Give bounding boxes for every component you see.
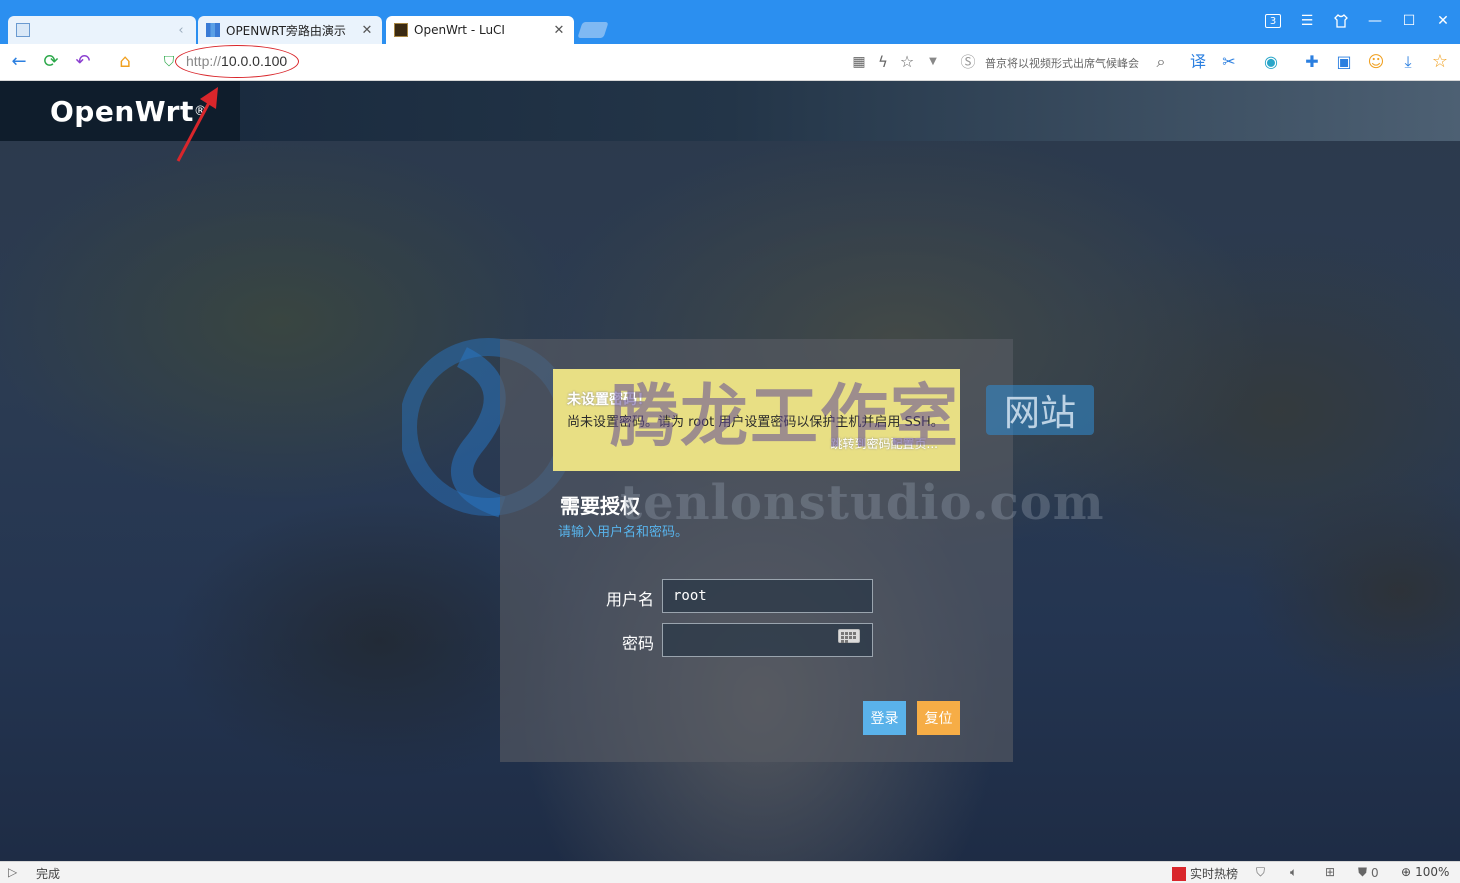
hot-list-label: 实时热榜 [1190,867,1239,881]
annotation-arrow [176,87,218,162]
tab-openwrt-luci[interactable]: OpenWrt - LuCI ✕ [386,16,574,44]
username-label: 用户名 [605,590,654,609]
qr-code-icon[interactable]: ▦ [848,50,870,74]
close-window-icon[interactable]: ✕ [1432,10,1454,32]
lock-icon[interactable]: ⊞ [1325,865,1335,879]
annotation-circle [175,45,299,78]
refresh-icon[interactable]: ⟳ [40,50,62,74]
skin-shirt-icon[interactable] [1330,10,1352,32]
adblock[interactable]: ⛊ 0 [1358,865,1379,880]
login-panel: 未设置密码！ 尚未设置密码。请为 root 用户设置密码以保护主机并启用 SSH… [500,339,1013,762]
grid-site-icon [206,23,220,37]
reset-button[interactable]: 复位 [917,701,960,735]
adblock-count: 0 [1371,865,1379,880]
extension-puzzle-icon[interactable]: ✚ [1301,50,1323,74]
close-icon[interactable]: ‹ [174,23,188,38]
shield-icon[interactable]: ⛉ [1256,865,1265,880]
alert-message: 尚未设置密码。请为 root 用户设置密码以保护主机并启用 SSH。 [567,415,944,430]
status-text: 完成 [36,867,61,881]
hot-list[interactable]: 实时热榜 [1172,865,1238,882]
menu-icon[interactable]: ☰ [1296,10,1318,32]
alert-title: 未设置密码！ [567,392,651,408]
adblock-icon: ⛊ [1358,865,1368,879]
tab-openwrt-demo[interactable]: OPENWRT旁路由演示 ✕ [198,16,382,44]
search-engine-icon[interactable]: Ⓢ [957,50,979,74]
save-disk-icon[interactable]: ▣ [1333,50,1355,74]
zoom-icon: ⊕ [1401,865,1412,879]
search-suggestion[interactable]: 普京将以视频形式出席气候峰会 [985,55,1147,71]
window-count-badge: 3 [1265,14,1281,28]
tab-title: OpenWrt - LuCI [414,23,505,37]
search-icon[interactable]: ⌕ [1150,50,1172,74]
login-button[interactable]: 登录 [863,701,906,735]
chevron-down-icon[interactable]: ▼ [922,50,944,74]
auth-description: 请输入用户名和密码。 [558,525,689,540]
maximize-icon[interactable]: ☐ [1398,10,1420,32]
status-bar: ▷ 完成 实时热榜 ⛉ 🔈︎ ⊞ ⛊ 0 ⊕ 100% [0,861,1460,883]
browser-toolbar: ← ⟳ ↶ ⌂ ⛉ http://10.0.0.100 ▦ ϟ ☆ ▼ Ⓢ 普京… [0,44,1460,81]
translate-icon[interactable]: 译 [1187,50,1209,74]
page-icon [16,23,30,37]
back-arrow-icon[interactable]: ← [8,50,30,74]
browser-tab-bar: ‹ OPENWRT旁路由演示 ✕ OpenWrt - LuCI ✕ 3 ☰ — … [0,0,1460,44]
sync-icon[interactable]: ◉ [1260,50,1282,74]
username-input[interactable] [662,579,873,613]
tab-title: OPENWRT旁路由演示 [226,23,346,38]
new-tab-button[interactable] [577,22,609,38]
password-config-link[interactable]: 跳转到密码配置页... [831,435,938,452]
minimize-icon[interactable]: — [1364,10,1386,32]
home-icon[interactable]: ⌂ [114,50,136,74]
close-icon[interactable]: ✕ [360,23,374,38]
undo-icon[interactable]: ↶ [72,50,94,74]
star-icon[interactable]: ☆ [896,50,918,74]
password-label: 密码 [621,634,654,653]
chart-icon [1172,866,1186,881]
zoom-control[interactable]: ⊕ 100% [1401,865,1449,879]
close-icon[interactable]: ✕ [552,23,566,38]
auth-title: 需要授权 [560,494,640,518]
play-icon[interactable]: ▷ [8,865,17,879]
window-count-icon[interactable]: 3 [1262,10,1284,32]
favorites-star-icon[interactable]: ☆ [1429,50,1451,74]
emoji-icon[interactable]: ☺ [1365,50,1387,74]
keyboard-icon[interactable] [838,629,860,643]
scissors-icon[interactable]: ✂ [1218,50,1240,74]
warning-alert: 未设置密码！ 尚未设置密码。请为 root 用户设置密码以保护主机并启用 SSH… [553,369,960,471]
openwrt-favicon-icon [394,23,408,37]
download-icon[interactable]: ⤓ [1397,50,1419,74]
lightning-icon[interactable]: ϟ [872,50,894,74]
zoom-level: 100% [1415,865,1450,879]
speaker-icon[interactable]: 🔈︎ [1290,865,1297,880]
tab-blurred[interactable]: ‹ [8,16,196,44]
page-content: OpenWrt ® 未设置密码！ 尚未设置密码。请为 root 用户设置密码以保护… [0,81,1460,861]
